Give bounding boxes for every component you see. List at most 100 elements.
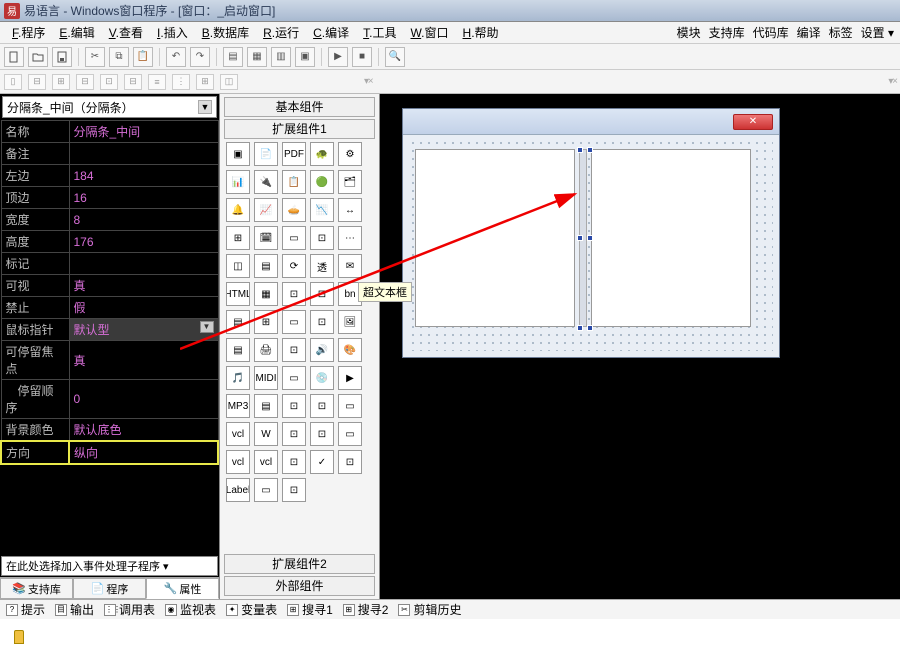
tb-redo[interactable]: ↷	[190, 47, 210, 67]
al-2[interactable]: ⊟	[28, 74, 46, 90]
prop-value[interactable]: 16	[69, 187, 218, 209]
prop-value[interactable]	[69, 143, 218, 165]
prop-value[interactable]: 默认型▼	[69, 319, 218, 341]
palette-item[interactable]: 📈	[254, 198, 278, 222]
palette-item[interactable]: ▭	[338, 394, 362, 418]
palette-item[interactable]: Label	[226, 478, 250, 502]
palette-item[interactable]: ▭	[282, 310, 306, 334]
palette-item[interactable]: ⚙	[338, 142, 362, 166]
palette-item[interactable]: ⊡	[310, 422, 334, 446]
prop-value[interactable]: 176	[69, 231, 218, 253]
palette-item[interactable]: vcl	[254, 450, 278, 474]
palette-item[interactable]: 🎨	[338, 338, 362, 362]
tb-save[interactable]	[52, 47, 72, 67]
palette-item[interactable]: 🐢	[310, 142, 334, 166]
palette-item[interactable]: vcl	[226, 422, 250, 446]
menu-edit[interactable]: E.编辑	[53, 22, 100, 43]
tb-cut[interactable]: ✂	[85, 47, 105, 67]
palette-item[interactable]: ⊞	[254, 310, 278, 334]
palette-item[interactable]: ▣	[226, 142, 250, 166]
menu-database[interactable]: B.数据库	[196, 22, 255, 43]
panel-grip[interactable]: ▾ ×	[364, 76, 372, 87]
palette-item[interactable]: PDF	[282, 142, 306, 166]
menu-insert[interactable]: I.插入	[151, 22, 194, 43]
palette-item[interactable]: 🗂	[338, 170, 362, 194]
form-client[interactable]	[409, 139, 773, 351]
mr-compile[interactable]: 编译	[797, 24, 821, 41]
tb-open[interactable]	[28, 47, 48, 67]
menu-program[interactable]: F.程序	[6, 22, 51, 43]
palette-item[interactable]: ✓	[310, 450, 334, 474]
palette-item[interactable]: 🔊	[310, 338, 334, 362]
cat-basic[interactable]: 基本组件	[224, 97, 375, 117]
tab-properties[interactable]: 🔧 属性	[146, 578, 219, 599]
tab-program[interactable]: 📄 程序	[73, 578, 146, 599]
mr-tag[interactable]: 标签	[829, 24, 853, 41]
tb-run[interactable]: ▶	[328, 47, 348, 67]
menu-run[interactable]: R.运行	[257, 22, 305, 43]
mr-settings[interactable]: 设置 ▾	[861, 24, 894, 41]
menu-view[interactable]: V.查看	[103, 22, 149, 43]
menu-window[interactable]: W.窗口	[405, 22, 455, 43]
cat-ext1[interactable]: 扩展组件1	[224, 119, 375, 139]
palette-item[interactable]: ⊡	[310, 310, 334, 334]
palette-item[interactable]: 📄	[254, 142, 278, 166]
prop-value[interactable]: 真	[69, 341, 218, 380]
dropdown-icon[interactable]: ▼	[200, 321, 214, 333]
tb-new[interactable]	[4, 47, 24, 67]
palette-item[interactable]: ⊡	[282, 422, 306, 446]
palette-item[interactable]: ⊡	[310, 226, 334, 250]
handle[interactable]	[587, 235, 593, 241]
panel-left[interactable]	[415, 149, 575, 327]
palette-item[interactable]: ⊡	[282, 394, 306, 418]
prop-value[interactable]: 假	[69, 297, 218, 319]
palette-item[interactable]: ▶	[338, 366, 362, 390]
palette-item[interactable]: ▤	[226, 338, 250, 362]
palette-item[interactable]: 透	[310, 254, 334, 278]
palette-item[interactable]: W	[254, 422, 278, 446]
palette-item[interactable]: ▤	[254, 254, 278, 278]
prop-value[interactable]: 0	[69, 380, 218, 419]
palette-item[interactable]: ↔	[338, 198, 362, 222]
menu-compile[interactable]: C.编译	[307, 22, 355, 43]
palette-item[interactable]: ⊡	[310, 394, 334, 418]
btab-search2[interactable]: ⊞搜寻2	[343, 601, 389, 618]
tb-layout1[interactable]: ▤	[223, 47, 243, 67]
palette-item[interactable]: 🔌	[254, 170, 278, 194]
palette-item[interactable]: ⊟	[310, 282, 334, 306]
palette-item[interactable]: 🎵	[226, 366, 250, 390]
palette-item[interactable]: MP3	[226, 394, 250, 418]
tb-copy[interactable]: ⧉	[109, 47, 129, 67]
palette-item[interactable]: 📋	[282, 170, 306, 194]
mr-module[interactable]: 模块	[677, 24, 701, 41]
btab-clip[interactable]: ✂剪辑历史	[398, 601, 461, 618]
form-designer[interactable]: ✕ 超文本框	[380, 94, 900, 599]
btab-output[interactable]: 目输出	[55, 601, 94, 618]
palette-item[interactable]: 🖨	[254, 338, 278, 362]
btab-search1[interactable]: ⊞搜寻1	[287, 601, 333, 618]
tb-paste[interactable]: 📋	[133, 47, 153, 67]
al-3[interactable]: ⊞	[52, 74, 70, 90]
btab-watch[interactable]: ◉监视表	[165, 601, 216, 618]
palette-item[interactable]: ▤	[254, 394, 278, 418]
palette-item[interactable]: ▭	[282, 226, 306, 250]
prop-value[interactable]	[69, 253, 218, 275]
palette-item[interactable]: 🖼	[338, 310, 362, 334]
design-form[interactable]: ✕	[402, 108, 780, 358]
palette-item[interactable]: 💿	[310, 366, 334, 390]
palette-item[interactable]: ⊡	[282, 282, 306, 306]
al-9[interactable]: ⊞	[196, 74, 214, 90]
prop-value[interactable]: 分隔条_中间	[69, 121, 218, 143]
handle[interactable]	[587, 147, 593, 153]
al-10[interactable]: ◫	[220, 74, 238, 90]
palette-item[interactable]: ⊡	[282, 338, 306, 362]
palette-item[interactable]: ⟳	[282, 254, 306, 278]
prop-value[interactable]: 纵向	[69, 441, 218, 464]
form-close-button[interactable]: ✕	[733, 114, 773, 130]
palette-item[interactable]: ⊡	[282, 450, 306, 474]
palette-item[interactable]: 🟢	[310, 170, 334, 194]
palette-item[interactable]: ⊡	[282, 478, 306, 502]
prop-value[interactable]: 8	[69, 209, 218, 231]
palette-item[interactable]: vcl	[226, 450, 250, 474]
event-selector[interactable]: 在此处选择加入事件处理子程序 ▾	[1, 556, 218, 576]
